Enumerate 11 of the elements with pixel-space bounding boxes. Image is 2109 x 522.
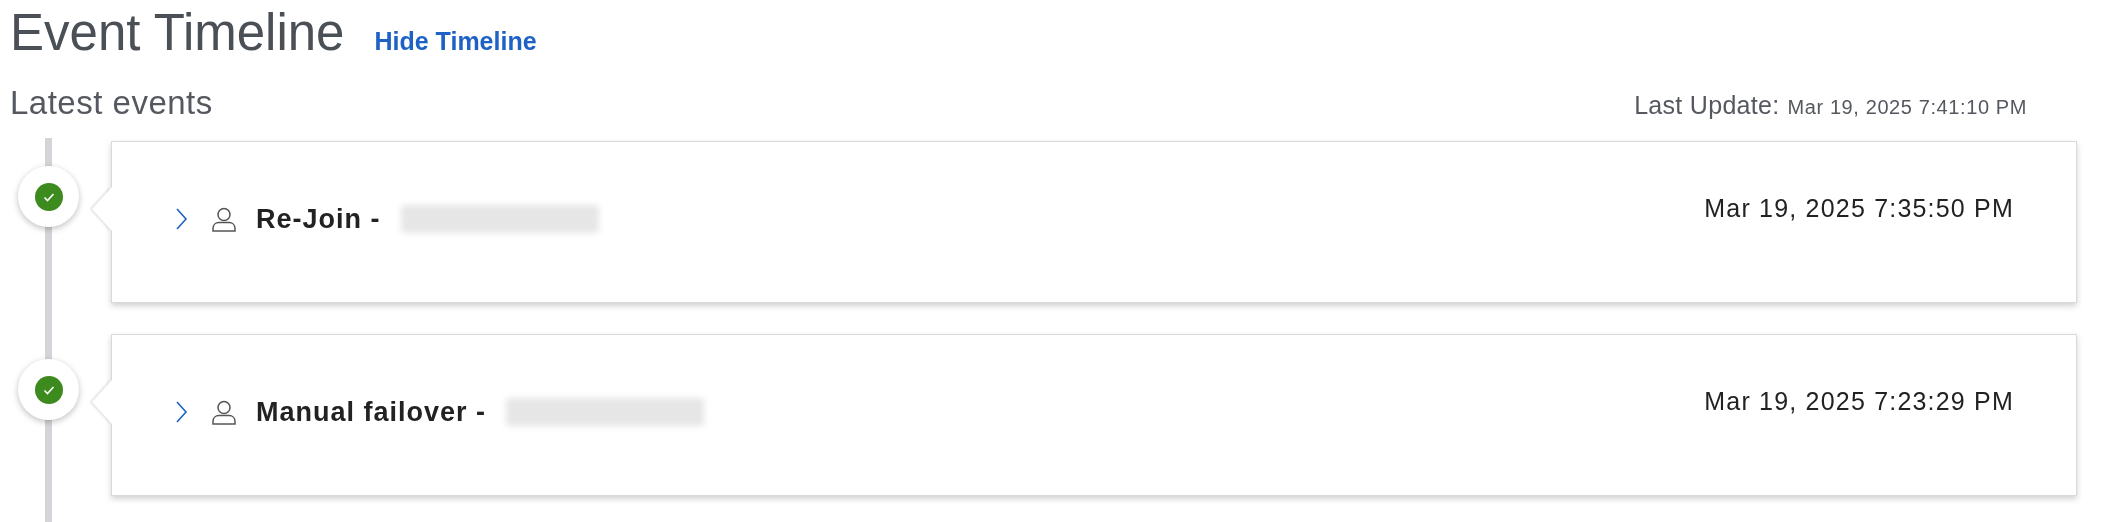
- person-icon: [212, 399, 236, 425]
- last-update-label: Last Update:: [1634, 91, 1780, 120]
- event-title: Re-Join -: [256, 203, 381, 235]
- event-title: Manual failover -: [256, 396, 487, 428]
- last-update-time: Mar 19, 2025 7:41:10 PM: [1787, 96, 2027, 119]
- event-time: Mar 19, 2025 7:23:29 PM: [1704, 386, 2014, 416]
- section-title: Latest events: [10, 84, 213, 122]
- page-title: Event Timeline: [10, 8, 345, 58]
- person-icon: [212, 206, 236, 232]
- hide-timeline-link[interactable]: Hide Timeline: [374, 27, 537, 56]
- event-time: Mar 19, 2025 7:35:50 PM: [1704, 193, 2014, 223]
